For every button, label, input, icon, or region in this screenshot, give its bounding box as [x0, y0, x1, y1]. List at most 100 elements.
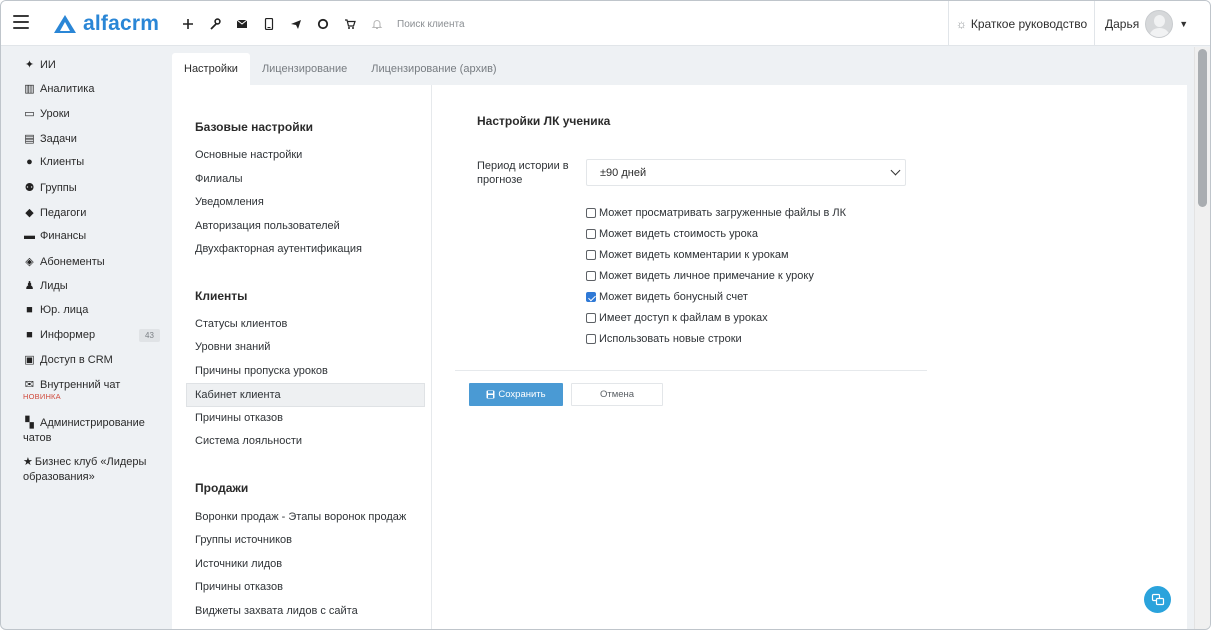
cancel-button[interactable]: Отмена [571, 383, 663, 406]
checkbox-view-personal-note[interactable]: Может видеть личное примечание к уроку [586, 269, 814, 283]
settings-link[interactable]: Авторизация пользователей [195, 220, 340, 232]
user-menu[interactable]: Дарья ▼ [1105, 9, 1188, 39]
settings-link[interactable]: Причины отказов [195, 581, 283, 593]
sidebar-item-label: Доступ в CRM [40, 353, 113, 366]
settings-link[interactable]: Воронки продаж - Этапы воронок продаж [195, 511, 406, 523]
sidebar-item-analytics[interactable]: ▥ Аналитика [23, 82, 95, 96]
sidebar-item-label: ИИ [40, 58, 56, 71]
settings-link[interactable]: Статусы клиентов [195, 318, 287, 330]
settings-link[interactable]: Виджеты захвата лидов с сайта [195, 605, 358, 617]
lead-icon: ♟ [24, 280, 35, 292]
logo-mark-icon [54, 15, 76, 33]
guide-label: Краткое руководство [970, 16, 1088, 31]
checkbox-use-new-rows[interactable]: Использовать новые строки [586, 332, 742, 346]
informer-count-badge: 43 [139, 329, 160, 342]
floppy-disk-icon [486, 390, 495, 399]
sidebar-item-groups[interactable]: ⚉ Группы [23, 181, 77, 195]
checkbox-box [586, 313, 596, 323]
sidebar-item-label: Аналитика [40, 82, 95, 95]
settings-nav: Базовые настройки Основные настройки Фил… [172, 85, 432, 629]
form-divider [455, 370, 927, 371]
checkbox-view-lesson-comments[interactable]: Может видеть комментарии к урокам [586, 248, 789, 262]
sidebar-item-informer[interactable]: ■ Информер [23, 329, 95, 341]
cart-icon[interactable] [339, 13, 361, 35]
sidebar-item-label: Абонементы [40, 255, 105, 268]
sidebar-item-ai[interactable]: ✦ ИИ [23, 58, 56, 72]
sidebar-item-finances[interactable]: ▬ Финансы [23, 230, 86, 242]
section-title-clients: Клиенты [195, 289, 248, 303]
settings-link[interactable]: Уведомления [195, 196, 264, 208]
form-title: Настройки ЛК ученика [477, 114, 611, 128]
sidebar-item-internal-chat[interactable]: ✉ Внутренний чат [23, 378, 121, 392]
scrollbar[interactable] [1194, 47, 1210, 629]
menu-icon[interactable] [13, 15, 29, 29]
sidebar-item-lessons[interactable]: ▭ Уроки [23, 107, 69, 121]
settings-link[interactable]: Система лояльности [195, 435, 302, 447]
sidebar-item-chat-admin[interactable]: ▚ Администрирование чатов [23, 416, 163, 446]
settings-link[interactable]: Причины отказов [195, 412, 283, 424]
settings-link[interactable]: Двухфакторная аутентификация [195, 243, 362, 255]
telegram-icon[interactable] [285, 13, 307, 35]
tab-licensing[interactable]: Лицензирование [250, 53, 359, 85]
mobile-icon[interactable] [258, 13, 280, 35]
sidebar-item-legal-entities[interactable]: ■ Юр. лица [23, 304, 88, 316]
group-icon: ⚉ [24, 182, 35, 194]
save-button[interactable]: Сохранить [469, 383, 563, 406]
mail-icon[interactable] [231, 13, 253, 35]
caret-down-icon: ▼ [1179, 19, 1189, 29]
checkbox-view-lesson-cost[interactable]: Может видеть стоимость урока [586, 227, 758, 241]
checkbox-view-uploaded-files[interactable]: Может просматривать загруженные файлы в … [586, 206, 846, 220]
settings-link[interactable]: Группы источников [195, 534, 292, 546]
checkbox-label: Может видеть стоимость урока [599, 228, 758, 240]
settings-link[interactable]: Причины пропуска уроков [195, 365, 328, 377]
sidebar-item-label: Лиды [40, 279, 68, 292]
search-input[interactable] [397, 12, 697, 36]
tab-licensing-archive[interactable]: Лицензирование (архив) [359, 53, 508, 85]
top-bar: alfacrm Поиск клиента ☼ Краткое руководс… [1, 1, 1210, 46]
checkbox-box [586, 229, 596, 239]
star-icon: ★ [23, 456, 33, 468]
plus-icon[interactable] [177, 13, 199, 35]
settings-link[interactable]: Основные настройки [195, 149, 302, 161]
sidebar-item-teachers[interactable]: ◆ Педагоги [23, 206, 87, 220]
logo[interactable]: alfacrm [53, 12, 159, 36]
wrench-icon[interactable] [204, 13, 226, 35]
bell-icon[interactable] [366, 13, 388, 35]
sidebar-item-label: Финансы [40, 230, 87, 242]
sidebar-item-tasks[interactable]: ▤ Задачи [23, 132, 77, 146]
briefcase-icon: ■ [26, 304, 33, 316]
sidebar-item-subscriptions[interactable]: ◈ Абонементы [23, 255, 105, 269]
period-label: Период истории в прогнозе [477, 160, 569, 186]
sidebar-item-leads[interactable]: ♟ Лиды [23, 279, 68, 293]
scrollbar-thumb[interactable] [1198, 49, 1207, 207]
checkbox-box [586, 208, 596, 218]
sidebar-item-business-club[interactable]: ★ Бизнес клуб «Лидеры образования» [23, 455, 163, 485]
guide-button[interactable]: ☼ Краткое руководство [948, 1, 1095, 46]
save-button-label: Сохранить [498, 389, 546, 400]
checkbox-view-bonus-account[interactable]: Может видеть бонусный счет [586, 290, 748, 304]
checkbox-lesson-files-access[interactable]: Имеет доступ к файлам в уроках [586, 311, 768, 325]
checkbox-label: Может видеть личное примечание к уроку [599, 270, 814, 282]
settings-link[interactable]: Филиалы [195, 173, 243, 185]
sidebar-item-label: Внутренний чат [40, 378, 121, 391]
checkbox-label: Имеет доступ к файлам в уроках [599, 312, 768, 324]
sidebar-item-label: Группы [40, 181, 77, 194]
new-badge: НОВИНКА [23, 392, 61, 401]
sidebar-item-crm-access[interactable]: ▣ Доступ в CRM [23, 353, 113, 367]
checkbox-label: Может просматривать загруженные файлы в … [599, 207, 847, 219]
sidebar-item-label: Педагоги [40, 206, 87, 219]
analytics-icon: ▥ [24, 83, 35, 95]
settings-link-active[interactable]: Кабинет клиента [195, 389, 281, 401]
tab-settings[interactable]: Настройки [172, 53, 250, 85]
period-select[interactable]: ±90 дней [586, 159, 906, 186]
chat-icon[interactable] [312, 13, 334, 35]
sidebar-item-label: Юр. лица [40, 304, 89, 316]
help-chat-button[interactable] [1144, 586, 1171, 613]
chat-admin-icon: ▚ [25, 417, 34, 429]
checkbox-box [586, 334, 596, 344]
informer-icon: ■ [26, 329, 33, 341]
settings-link[interactable]: Уровни знаний [195, 341, 270, 353]
settings-link[interactable]: Источники лидов [195, 558, 282, 570]
section-title-basic: Базовые настройки [195, 120, 313, 134]
sidebar-item-clients[interactable]: ● Клиенты [23, 156, 84, 168]
